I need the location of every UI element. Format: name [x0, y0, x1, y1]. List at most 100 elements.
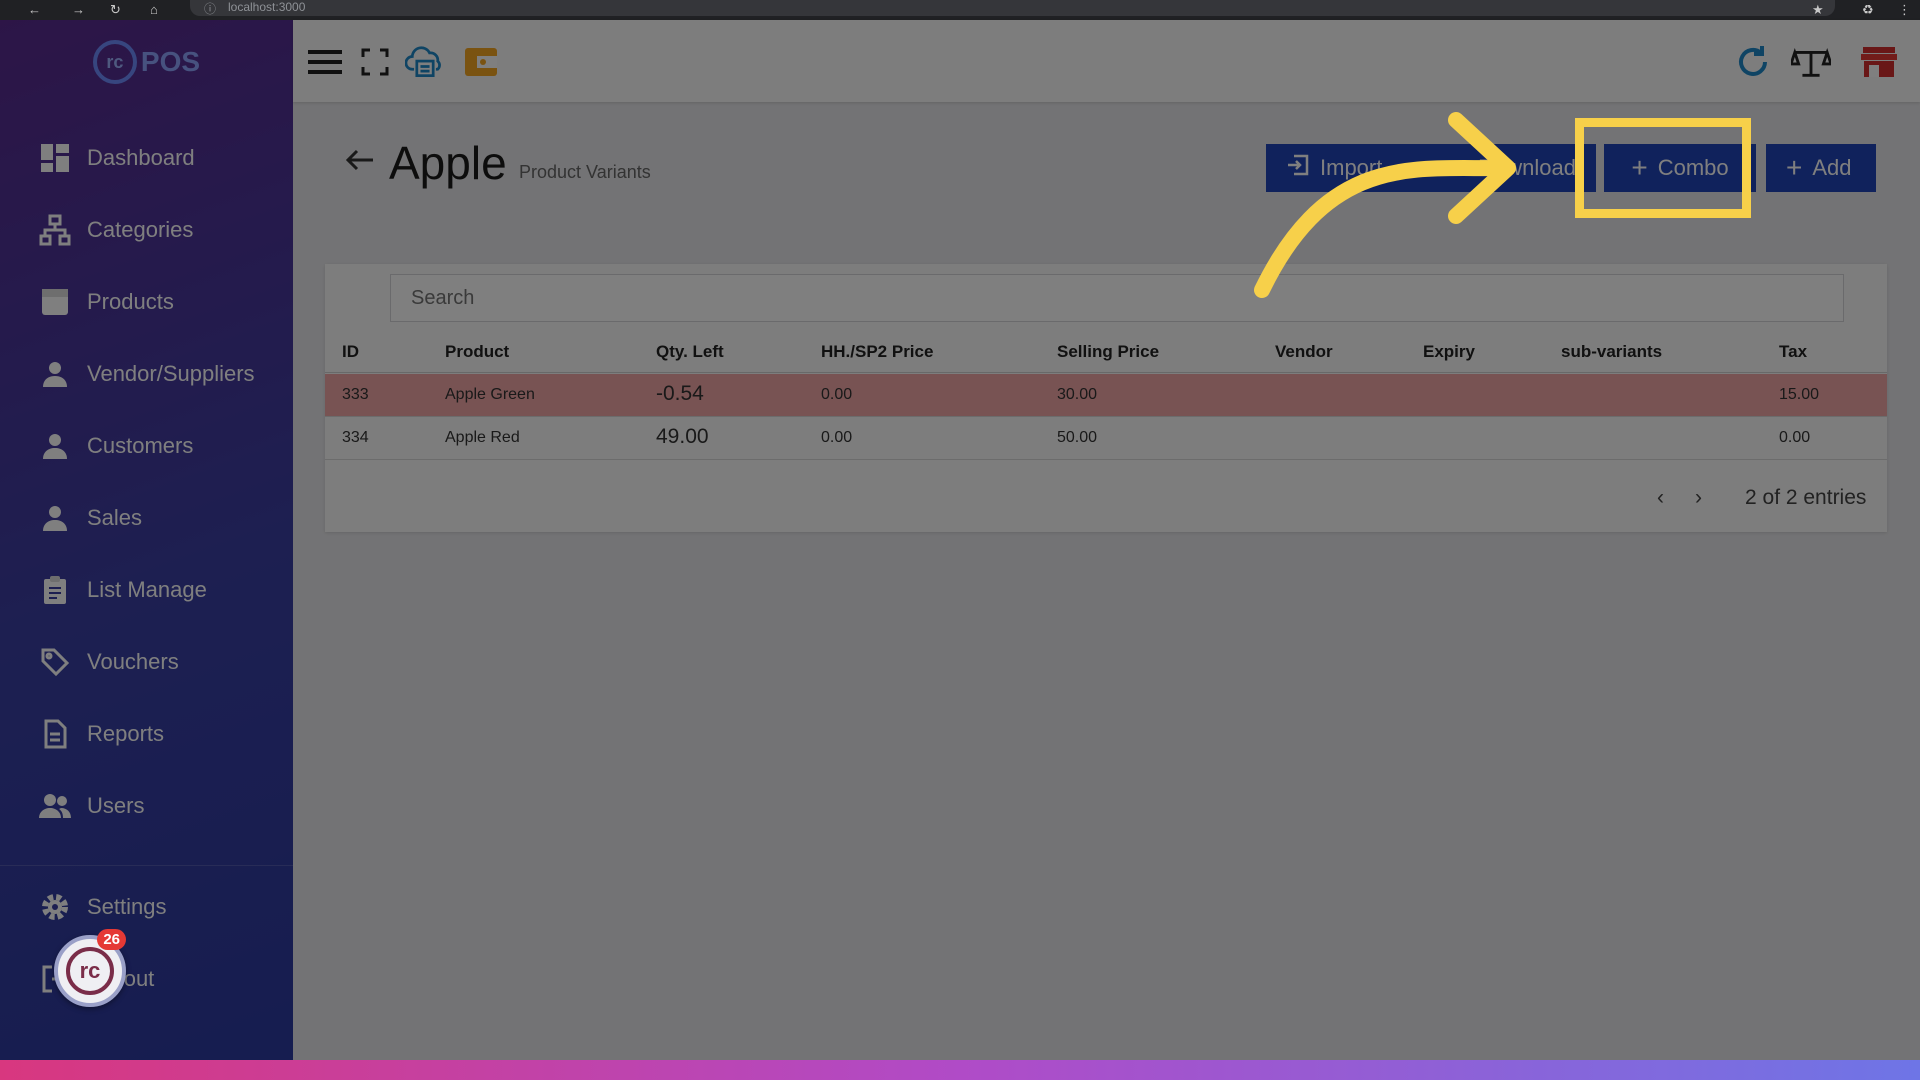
sidebar-item-reports[interactable]: Reports	[0, 704, 293, 764]
person-icon	[38, 429, 72, 463]
cell-selling-price: 30.00	[1057, 386, 1098, 403]
box-icon	[38, 285, 72, 319]
cell-qty: -0.54	[656, 382, 704, 405]
add-button[interactable]: + Add	[1766, 144, 1876, 192]
page-title: Apple	[389, 137, 507, 189]
browser-menu-icon[interactable]: ⋮	[1898, 2, 1911, 18]
main-content: Apple Product Variants Import Download +…	[293, 102, 1920, 1060]
brand-logo[interactable]: rc POS	[0, 20, 293, 104]
person-icon	[38, 357, 72, 391]
cell-product: Apple Red	[445, 429, 520, 446]
column-header[interactable]: Tax	[1779, 342, 1807, 362]
gear-icon	[38, 890, 72, 924]
sidebar-item-label: Customers	[87, 433, 194, 458]
browser-toolbar: ← → ↻ ⌂ ⓘ localhost:3000 ★ ♻ ⋮	[0, 0, 1920, 20]
sidebar-item-categories[interactable]: Categories	[0, 200, 293, 260]
bookmark-star-icon[interactable]: ★	[1812, 2, 1824, 18]
column-header[interactable]: Expiry	[1423, 342, 1475, 362]
sidebar-divider	[0, 865, 293, 866]
table-header: ID Product Qty. Left HH./SP2 Price Selli…	[325, 332, 1887, 373]
sidebar-item-vendor-suppliers[interactable]: Vendor/Suppliers	[0, 344, 293, 404]
badge-logo: rc	[66, 947, 114, 995]
browser-reload-icon[interactable]: ↻	[110, 2, 121, 18]
column-header[interactable]: Selling Price	[1057, 342, 1159, 362]
sidebar-item-users[interactable]: Users	[0, 776, 293, 836]
pagination-summary: 2 of 2 entries	[1745, 486, 1867, 509]
table-row[interactable]: 334 Apple Red 49.00 0.00 50.00 0.00	[325, 417, 1887, 460]
variants-card: ID Product Qty. Left HH./SP2 Price Selli…	[325, 264, 1887, 532]
cell-product: Apple Green	[445, 386, 535, 403]
scale-icon[interactable]	[1791, 42, 1831, 82]
column-header[interactable]: ID	[342, 342, 359, 362]
add-label: Add	[1812, 155, 1852, 180]
column-header[interactable]: Vendor	[1275, 342, 1333, 362]
browser-home-icon[interactable]: ⌂	[150, 2, 158, 17]
logo-mark: rc	[92, 40, 137, 84]
sidebar-item-label: Sales	[87, 505, 143, 530]
sidebar-item-dashboard[interactable]: Dashboard	[0, 128, 293, 188]
import-icon	[1286, 153, 1310, 183]
column-header[interactable]: sub-variants	[1561, 342, 1662, 362]
sidebar-item-label: List Manage	[87, 577, 207, 602]
sidebar-item-label: Reports	[87, 721, 165, 746]
sidebar-item-label: Dashboard	[87, 145, 195, 170]
browser-forward-icon[interactable]: →	[72, 2, 85, 17]
column-header[interactable]: HH./SP2 Price	[821, 342, 933, 362]
cell-qty: 49.00	[656, 425, 709, 448]
browser-back-icon[interactable]: ←	[28, 2, 41, 17]
cell-id: 334	[342, 429, 369, 446]
combo-highlight-box	[1575, 118, 1751, 218]
cloud-printer-icon[interactable]	[405, 42, 445, 82]
sync-icon[interactable]	[1733, 42, 1773, 82]
cell-tax: 0.00	[1779, 429, 1811, 446]
hamburger-menu-icon[interactable]	[305, 42, 345, 82]
bottom-gradient-strip	[0, 1060, 1920, 1080]
next-page-icon[interactable]: ›	[1695, 486, 1702, 510]
sidebar-item-settings[interactable]: Settings	[0, 877, 293, 937]
download-button[interactable]: Download	[1436, 144, 1596, 192]
clipboard-icon	[38, 573, 72, 607]
sidebar-item-label: Categories	[87, 217, 194, 242]
cell-id: 333	[342, 386, 369, 403]
cell-selling-price: 50.00	[1057, 429, 1098, 446]
search-input[interactable]	[390, 274, 1844, 322]
wallet-icon[interactable]	[461, 42, 501, 82]
sidebar-item-label: Vouchers	[87, 649, 179, 674]
fullscreen-icon[interactable]	[355, 42, 395, 82]
sidebar-item-logout[interactable]: Logout	[0, 949, 293, 1009]
sidebar: rc POS Dashboard Categories Products Ven…	[0, 20, 293, 1060]
tag-icon	[38, 645, 72, 679]
extensions-icon[interactable]: ♻	[1862, 2, 1874, 18]
sidebar-item-sales[interactable]: Sales	[0, 488, 293, 548]
floating-support-badge[interactable]: rc 26	[54, 929, 126, 1007]
sidebar-item-customers[interactable]: Customers	[0, 416, 293, 476]
cell-hh-price: 0.00	[821, 429, 853, 446]
store-icon[interactable]	[1859, 42, 1899, 82]
prev-page-icon[interactable]: ‹	[1657, 486, 1664, 510]
table-row[interactable]: 333 Apple Green -0.54 0.00 30.00 15.00	[325, 374, 1887, 417]
person-icon	[38, 501, 72, 535]
sidebar-item-products[interactable]: Products	[0, 272, 293, 332]
cell-tax: 15.00	[1779, 386, 1820, 403]
sidebar-item-label: Products	[87, 289, 174, 314]
top-toolbar	[293, 20, 1920, 102]
address-text: localhost:3000	[228, 0, 306, 14]
sidebar-item-list-manage[interactable]: List Manage	[0, 560, 293, 620]
document-icon	[38, 717, 72, 751]
users-icon	[38, 789, 72, 823]
logo-text: POS	[140, 46, 201, 77]
import-label: Import	[1320, 155, 1383, 180]
address-bar[interactable]: ⓘ localhost:3000	[190, 0, 1835, 16]
column-header[interactable]: Qty. Left	[656, 342, 724, 362]
sidebar-item-label: Users	[87, 793, 145, 818]
page-subtitle: Product Variants	[519, 162, 651, 182]
sidebar-item-label: Vendor/Suppliers	[87, 361, 255, 386]
back-arrow-icon[interactable]	[345, 148, 375, 177]
dashboard-icon	[38, 141, 72, 175]
sidebar-item-vouchers[interactable]: Vouchers	[0, 632, 293, 692]
sidebar-item-label: Settings	[87, 894, 167, 919]
import-button[interactable]: Import	[1266, 144, 1436, 192]
site-info-icon[interactable]: ⓘ	[204, 0, 216, 17]
sitemap-icon	[38, 213, 72, 247]
column-header[interactable]: Product	[445, 342, 509, 362]
